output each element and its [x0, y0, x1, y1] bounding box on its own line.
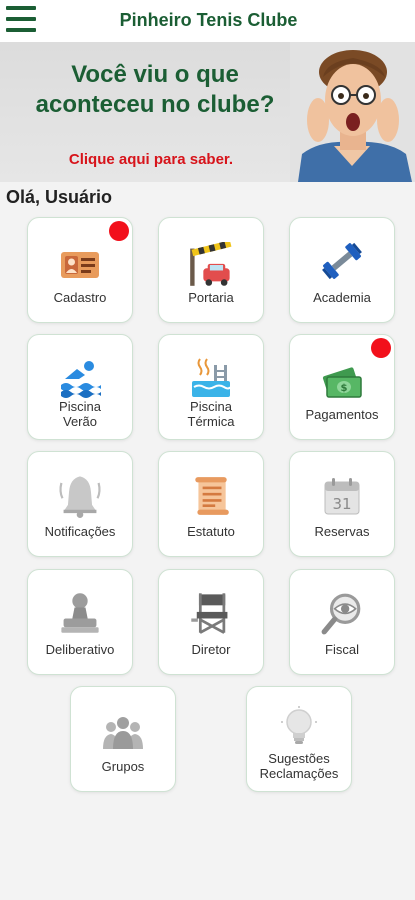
lightbulb-icon: [281, 706, 317, 744]
greeting-text: Olá, Usuário: [6, 187, 113, 207]
gate-car-icon: [190, 242, 232, 286]
tile-reservas[interactable]: 31 Reservas: [289, 451, 395, 557]
tile-label-line2: Térmica: [187, 414, 235, 429]
tile-label: Reservas: [314, 524, 370, 539]
calendar-day: 31: [332, 495, 351, 513]
director-chair-icon: [191, 593, 228, 634]
tile-cadastro[interactable]: Cadastro: [27, 217, 133, 323]
tile-label: Grupos: [101, 759, 145, 774]
tile-piscina-termica[interactable]: Piscina Térmica: [158, 334, 264, 440]
svg-text:$: $: [341, 383, 348, 394]
calendar-icon: 31: [324, 478, 360, 515]
money-icon: $: [322, 367, 362, 398]
tile-label: Portaria: [188, 290, 234, 305]
app-header: Pinheiro Tenis Clube: [0, 0, 415, 42]
tile-label: Deliberativo: [45, 642, 115, 657]
tile-label-line1: Piscina: [190, 399, 232, 414]
tile-label: Academia: [313, 290, 371, 305]
tile-pagamentos[interactable]: $ Pagamentos: [289, 334, 395, 440]
tile-portaria[interactable]: Portaria: [158, 217, 264, 323]
magnifier-eye-icon: [321, 593, 361, 635]
tile-deliberativo[interactable]: Deliberativo: [27, 569, 133, 675]
tile-label-line2: Verão: [63, 414, 97, 429]
bell-icon: [59, 476, 101, 518]
group-icon: [103, 717, 143, 749]
tile-sugestoes-reclamacoes[interactable]: Sugestões Reclamações: [246, 686, 352, 792]
surprised-man-image: [290, 42, 415, 182]
tile-notificacoes[interactable]: Notificações: [27, 451, 133, 557]
banner-headline-line1: Você viu o que: [71, 61, 239, 88]
stamp-icon: [61, 593, 99, 633]
pool-icon: [192, 358, 231, 397]
tile-diretor[interactable]: Diretor: [158, 569, 264, 675]
tile-label: Estatuto: [187, 524, 235, 539]
banner-cta-link[interactable]: Clique aqui para saber.: [36, 151, 266, 168]
notification-badge: [371, 338, 391, 358]
tile-fiscal[interactable]: Fiscal: [289, 569, 395, 675]
app-title: Pinheiro Tenis Clube: [119, 10, 298, 30]
tile-estatuto[interactable]: Estatuto: [158, 451, 264, 557]
tile-grupos[interactable]: Grupos: [70, 686, 176, 792]
tile-label-line1: Piscina: [59, 399, 101, 414]
tile-label-line1: Sugestões: [268, 751, 330, 766]
tile-label: Diretor: [191, 642, 231, 657]
banner-headline-line2: aconteceu no clube?: [35, 91, 275, 118]
tile-academia[interactable]: Academia: [289, 217, 395, 323]
swimmer-icon: [61, 361, 101, 398]
tile-label: Pagamentos: [305, 407, 379, 422]
tile-label: Cadastro: [53, 290, 107, 305]
banner-headline: Você viu o que aconteceu no clube?: [10, 60, 300, 120]
notification-badge: [109, 221, 129, 241]
tile-label: Fiscal: [325, 642, 359, 657]
promo-banner[interactable]: Você viu o que aconteceu no clube? Cliqu…: [0, 42, 415, 182]
dumbbell-icon: [322, 242, 362, 280]
tile-label: Notificações: [44, 524, 116, 539]
tile-piscina-verao[interactable]: Piscina Verão: [27, 334, 133, 440]
tile-label-line2: Reclamações: [259, 766, 339, 781]
scroll-icon: [195, 477, 229, 515]
id-card-icon: [61, 252, 99, 278]
